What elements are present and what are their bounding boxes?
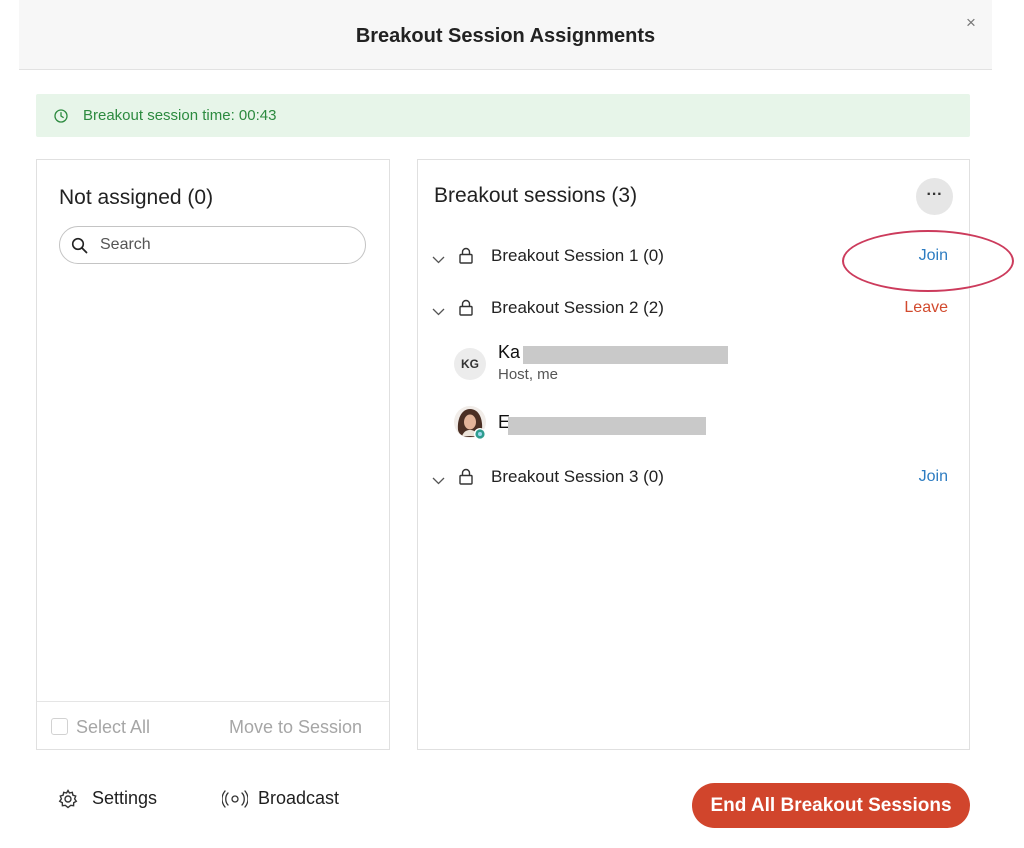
gear-icon — [58, 789, 78, 814]
participant-role: Host, me — [498, 366, 559, 383]
move-to-session-button[interactable]: Move to Session — [229, 717, 362, 738]
session-row-2[interactable]: Breakout Session 2 (2) Leave — [418, 294, 969, 324]
lock-icon — [459, 247, 473, 269]
broadcast-icon — [221, 789, 249, 814]
session-name: Breakout Session 1 (0) — [491, 246, 664, 265]
timer-label: Breakout session time: — [83, 107, 235, 124]
redacted-name — [523, 346, 728, 364]
chevron-down-icon[interactable] — [432, 472, 445, 490]
end-all-sessions-button[interactable]: End All Breakout Sessions — [692, 783, 970, 828]
chevron-down-icon[interactable] — [432, 303, 445, 321]
select-all-label[interactable]: Select All — [76, 717, 150, 738]
select-all-checkbox[interactable] — [51, 718, 68, 735]
participant-row[interactable]: E — [454, 406, 854, 456]
search-box[interactable] — [59, 226, 366, 264]
session-row-1[interactable]: Breakout Session 1 (0) Join — [418, 242, 969, 272]
leave-session-2-button[interactable]: Leave — [904, 299, 948, 317]
session-row-3[interactable]: Breakout Session 3 (0) Join — [418, 463, 969, 493]
left-panel-footer: Select All Move to Session — [37, 701, 389, 750]
dialog-title: Breakout Session Assignments — [355, 25, 656, 47]
not-assigned-panel: Not assigned (0) Select All Move to Sess… — [36, 159, 390, 750]
clock-icon — [54, 109, 68, 128]
avatar: KG — [454, 348, 486, 380]
participant-row[interactable]: KG Ka Host, me — [454, 342, 854, 392]
join-session-3-button[interactable]: Join — [919, 468, 948, 486]
session-timer-banner: Breakout session time: 00:43 — [36, 94, 970, 137]
timer-value: 00:43 — [238, 107, 277, 124]
lock-icon — [459, 299, 473, 321]
dialog-titlebar: Breakout Session Assignments — [19, 0, 992, 70]
broadcast-label: Broadcast — [258, 788, 340, 808]
timer-text: Breakout session time: 00:43 — [83, 107, 276, 124]
search-icon — [71, 237, 88, 259]
more-options-button[interactable]: ··· — [916, 178, 953, 215]
search-input[interactable] — [100, 234, 350, 256]
not-assigned-heading: Not assigned (0) — [59, 186, 214, 209]
breakout-sessions-panel: Breakout sessions (3) ··· Breakout Sessi… — [417, 159, 970, 750]
redacted-name — [508, 417, 706, 435]
join-session-1-button[interactable]: Join — [919, 247, 948, 265]
close-icon[interactable]: × — [966, 14, 976, 31]
session-name: Breakout Session 3 (0) — [491, 467, 664, 486]
avatar — [454, 406, 486, 440]
breakout-sessions-heading: Breakout sessions (3) — [434, 184, 638, 207]
session-name: Breakout Session 2 (2) — [491, 298, 664, 317]
settings-label: Settings — [92, 788, 158, 808]
participant-name: Ka — [498, 342, 521, 362]
chevron-down-icon[interactable] — [432, 251, 445, 269]
lock-icon — [459, 468, 473, 490]
